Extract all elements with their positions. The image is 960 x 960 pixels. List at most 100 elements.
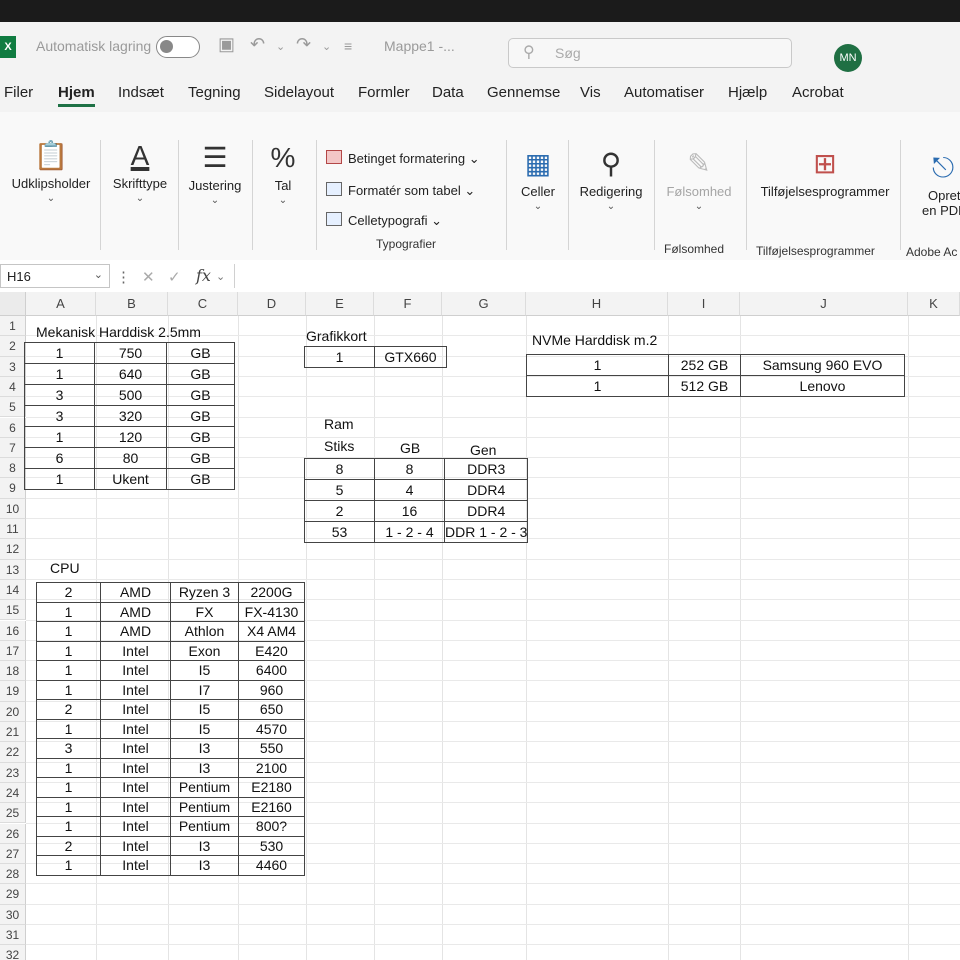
hdd-cell[interactable]: 640 bbox=[94, 363, 167, 385]
row-header-21[interactable]: 21 bbox=[0, 722, 26, 743]
cpu-cell[interactable]: 2200G bbox=[238, 582, 305, 603]
number-button[interactable]: % Tal ⌄ bbox=[258, 142, 308, 206]
row-header-27[interactable]: 27 bbox=[0, 843, 26, 865]
cpu-cell[interactable]: 1 bbox=[36, 796, 101, 817]
cpu-cell[interactable]: Intel bbox=[100, 660, 171, 681]
cpu-cell[interactable]: 1 bbox=[36, 816, 101, 837]
tab-gennemse[interactable]: Gennemse bbox=[487, 84, 560, 101]
tab-hjem[interactable]: Hjem bbox=[58, 84, 95, 107]
cpu-cell[interactable]: Intel bbox=[100, 777, 171, 798]
cpu-cell[interactable]: Intel bbox=[100, 738, 171, 759]
row-header-29[interactable]: 29 bbox=[0, 884, 26, 905]
editing-button[interactable]: ⚲ Redigering ⌄ bbox=[574, 148, 648, 212]
cpu-cell[interactable]: 1 bbox=[36, 660, 101, 681]
tab-acrobat[interactable]: Acrobat bbox=[792, 84, 844, 101]
chevron-down-icon[interactable]: ⌄ bbox=[216, 270, 225, 283]
gpu-cell[interactable]: GTX660 bbox=[374, 346, 447, 368]
select-all-corner[interactable] bbox=[0, 292, 26, 316]
cpu-cell[interactable]: I3 bbox=[170, 835, 239, 856]
hdd-cell[interactable]: GB bbox=[166, 468, 235, 490]
ram-header-stiks[interactable]: Stiks bbox=[324, 436, 354, 456]
nvme-cell[interactable]: 252 GB bbox=[668, 354, 741, 376]
font-button[interactable]: A Skrifttype ⌄ bbox=[104, 140, 176, 204]
cpu-cell[interactable]: 2 bbox=[36, 835, 101, 856]
hdd-cell[interactable]: GB bbox=[166, 363, 235, 385]
nvme-cell[interactable]: Lenovo bbox=[740, 375, 905, 397]
cpu-cell[interactable]: 650 bbox=[238, 699, 305, 720]
cpu-cell[interactable]: 1 bbox=[36, 621, 101, 642]
hdd-cell[interactable]: 320 bbox=[94, 405, 167, 427]
row-header-12[interactable]: 12 bbox=[0, 539, 26, 560]
cpu-cell[interactable]: I3 bbox=[170, 757, 239, 778]
tab-data[interactable]: Data bbox=[432, 84, 464, 101]
cpu-cell[interactable]: I3 bbox=[170, 738, 239, 759]
hdd-cell[interactable]: 1 bbox=[24, 363, 95, 385]
cpu-cell[interactable]: 1 bbox=[36, 855, 101, 876]
avatar[interactable]: MN bbox=[834, 44, 862, 72]
row-header-8[interactable]: 8 bbox=[0, 458, 26, 479]
cpu-cell[interactable]: 3 bbox=[36, 738, 101, 759]
column-header-a[interactable]: A bbox=[26, 292, 96, 316]
cpu-cell[interactable]: 1 bbox=[36, 601, 101, 622]
gpu-cell[interactable]: 1 bbox=[304, 346, 375, 368]
create-pdf-button[interactable]: ⎋ Opret en PDF bbox=[912, 152, 960, 218]
column-header-f[interactable]: F bbox=[374, 292, 442, 316]
cpu-cell[interactable]: 800? bbox=[238, 816, 305, 837]
ram-cell[interactable]: 8 bbox=[304, 458, 375, 480]
cpu-cell[interactable]: Athlon bbox=[170, 621, 239, 642]
row-header-5[interactable]: 5 bbox=[0, 397, 26, 418]
cpu-cell[interactable]: E2160 bbox=[238, 796, 305, 817]
enter-icon[interactable]: ✓ bbox=[168, 268, 181, 286]
cpu-cell[interactable]: Intel bbox=[100, 718, 171, 739]
column-header-j[interactable]: J bbox=[740, 292, 908, 316]
row-header-1[interactable]: 1 bbox=[0, 316, 26, 337]
search-box[interactable]: ⚲ Søg bbox=[508, 38, 792, 68]
cpu-cell[interactable]: Pentium bbox=[170, 816, 239, 837]
cpu-cell[interactable]: 4570 bbox=[238, 718, 305, 739]
row-header-23[interactable]: 23 bbox=[0, 762, 26, 783]
cpu-cell[interactable]: 6400 bbox=[238, 660, 305, 681]
cpu-cell[interactable]: E420 bbox=[238, 640, 305, 661]
cpu-cell[interactable]: 2100 bbox=[238, 757, 305, 778]
ram-cell[interactable]: 2 bbox=[304, 500, 375, 522]
row-header-28[interactable]: 28 bbox=[0, 864, 26, 885]
nvme-title[interactable]: NVMe Harddisk m.2 bbox=[532, 330, 657, 350]
cpu-cell[interactable]: FX bbox=[170, 601, 239, 622]
redo-icon[interactable]: ↷ bbox=[296, 34, 311, 55]
row-header-10[interactable]: 10 bbox=[0, 498, 26, 519]
hdd-cell[interactable]: 750 bbox=[94, 342, 167, 364]
spreadsheet-grid[interactable]: ABCDEFGHIJK 1 2 3 4 5 6 7 8 9 10 11 12 13 14 15 16 17 18 1… bbox=[0, 292, 960, 960]
cpu-cell[interactable]: 1 bbox=[36, 679, 101, 700]
cpu-title[interactable]: CPU bbox=[50, 558, 80, 578]
row-header-17[interactable]: 17 bbox=[0, 640, 26, 662]
ram-cell[interactable]: 1 - 2 - 4 bbox=[374, 521, 445, 543]
cancel-icon[interactable]: ✕ bbox=[142, 268, 155, 286]
redo-dropdown-icon[interactable]: ⌄ bbox=[322, 40, 331, 53]
row-header-4[interactable]: 4 bbox=[0, 376, 26, 398]
hdd-cell[interactable]: 1 bbox=[24, 426, 95, 448]
row-header-11[interactable]: 11 bbox=[0, 519, 26, 540]
hdd-cell[interactable]: 80 bbox=[94, 447, 167, 469]
cpu-cell[interactable]: Ryzen 3 bbox=[170, 582, 239, 603]
cpu-cell[interactable]: FX-4130 bbox=[238, 601, 305, 622]
cells-button[interactable]: ▦ Celler ⌄ bbox=[512, 148, 564, 212]
cpu-cell[interactable]: 550 bbox=[238, 738, 305, 759]
tab-filer[interactable]: Filer bbox=[4, 84, 33, 101]
hdd-cell[interactable]: 6 bbox=[24, 447, 95, 469]
cpu-cell[interactable]: I5 bbox=[170, 699, 239, 720]
cpu-cell[interactable]: AMD bbox=[100, 601, 171, 622]
save-icon[interactable]: ▣ bbox=[218, 34, 235, 55]
cpu-cell[interactable]: 1 bbox=[36, 777, 101, 798]
conditional-formatting-button[interactable]: Betinget formatering ⌄ bbox=[326, 150, 480, 167]
nvme-cell[interactable]: 1 bbox=[526, 354, 669, 376]
cpu-cell[interactable]: E2180 bbox=[238, 777, 305, 798]
row-header-14[interactable]: 14 bbox=[0, 579, 26, 601]
tab-tegning[interactable]: Tegning bbox=[188, 84, 241, 101]
hdd-cell[interactable]: 3 bbox=[24, 384, 95, 406]
undo-icon[interactable]: ↶ bbox=[250, 34, 265, 55]
cpu-cell[interactable]: Intel bbox=[100, 679, 171, 700]
hdd-cell[interactable]: 500 bbox=[94, 384, 167, 406]
cpu-cell[interactable]: I3 bbox=[170, 855, 239, 876]
column-header-d[interactable]: D bbox=[238, 292, 306, 316]
cpu-cell[interactable]: I5 bbox=[170, 718, 239, 739]
